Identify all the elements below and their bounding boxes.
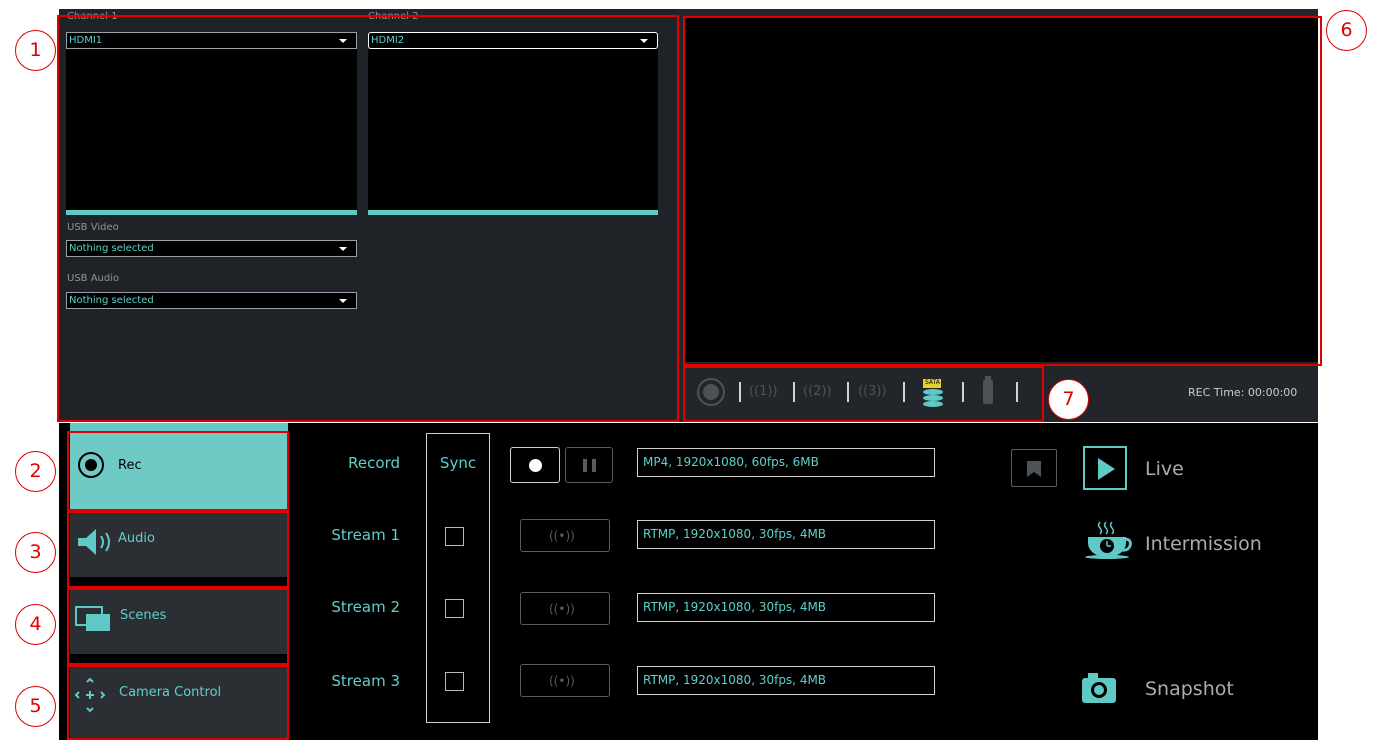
camera-icon	[1082, 673, 1116, 703]
snapshot-button[interactable]: Snapshot	[1082, 668, 1282, 712]
sync-checkbox-stream3[interactable]	[445, 672, 464, 691]
pause-button[interactable]	[565, 447, 613, 483]
annotation-box-3	[67, 511, 289, 588]
sync-label: Sync	[439, 454, 477, 472]
callout-7: 7	[1048, 379, 1089, 420]
callout-5: 5	[15, 686, 56, 727]
stream2-button[interactable]: ((•))	[520, 592, 610, 625]
intermission-button[interactable]: Intermission	[1080, 517, 1290, 567]
snapshot-label: Snapshot	[1145, 678, 1234, 700]
annotation-box-5	[67, 665, 289, 740]
pause-icon-bar	[592, 459, 596, 472]
annotation-box-4	[67, 588, 289, 665]
broadcast-icon: ((•))	[549, 529, 575, 543]
intermission-label: Intermission	[1145, 533, 1262, 555]
live-label: Live	[1145, 458, 1184, 480]
callout-1: 1	[15, 30, 56, 71]
sidebar-top-bar	[70, 423, 288, 431]
stream3-config-field[interactable]: RTMP, 1920x1080, 30fps, 4MB	[637, 666, 935, 695]
broadcast-icon: ((•))	[549, 674, 575, 688]
callout-2: 2	[15, 451, 56, 492]
record-dot-icon	[529, 459, 542, 472]
stream1-config-field[interactable]: RTMP, 1920x1080, 30fps, 4MB	[637, 520, 935, 549]
callout-6: 6	[1326, 10, 1367, 51]
coffee-cup-icon	[1085, 521, 1132, 559]
callout-4: 4	[15, 604, 56, 645]
pause-icon	[583, 459, 587, 472]
bookmark-button[interactable]	[1011, 449, 1057, 487]
stream2-config-field[interactable]: RTMP, 1920x1080, 30fps, 4MB	[637, 593, 935, 622]
sync-checkbox-stream1[interactable]	[445, 527, 464, 546]
annotation-box-2	[67, 431, 289, 511]
record-config-field[interactable]: MP4, 1920x1080, 60fps, 6MB	[637, 448, 935, 477]
row-label-stream1: Stream 1	[331, 526, 400, 544]
row-label-stream3: Stream 3	[331, 672, 400, 690]
record-button[interactable]	[510, 447, 560, 483]
annotation-box-6	[683, 16, 1322, 366]
stream3-button[interactable]: ((•))	[520, 664, 610, 697]
annotation-box-1	[57, 15, 679, 422]
play-triangle	[1098, 458, 1115, 480]
sync-checkbox-stream2[interactable]	[445, 599, 464, 618]
bookmark-icon	[1027, 461, 1041, 477]
row-label-stream2: Stream 2	[331, 598, 400, 616]
play-icon	[1083, 446, 1127, 490]
stream1-button[interactable]: ((•))	[520, 519, 610, 552]
live-button[interactable]: Live	[1083, 446, 1184, 492]
annotation-box-7	[683, 366, 1044, 422]
broadcast-icon: ((•))	[549, 602, 575, 616]
row-label-record: Record	[348, 454, 400, 472]
rec-time: REC Time: 00:00:00	[1188, 386, 1298, 399]
callout-3: 3	[15, 532, 56, 573]
